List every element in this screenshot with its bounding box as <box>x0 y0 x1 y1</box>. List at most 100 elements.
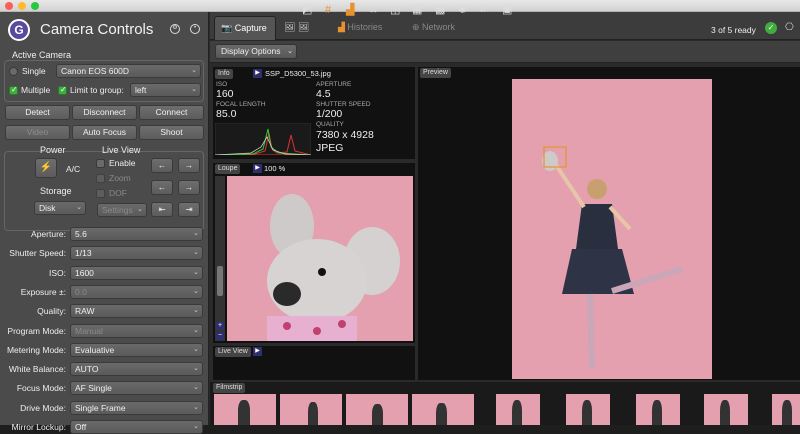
power-source-icon[interactable]: ⚡ <box>35 158 57 178</box>
focus-near-large-button[interactable]: ⇤ <box>151 202 173 217</box>
zoom-in-icon[interactable]: + <box>216 322 224 330</box>
filmstrip-panel: Filmstrip <box>210 382 800 425</box>
loupe-zoom-slider[interactable]: + − <box>215 176 225 341</box>
grid-overlay-icon[interactable]: # <box>325 4 331 17</box>
setting-select[interactable]: 1/13 ⌄ <box>70 246 203 261</box>
shoot-button[interactable]: Shoot <box>139 125 204 140</box>
limit-group-label: Limit to group: <box>70 85 124 95</box>
filmstrip-thumbnail[interactable] <box>214 394 276 425</box>
single-radio[interactable] <box>9 67 18 76</box>
chevron-down-icon: ⌄ <box>193 326 199 334</box>
disconnect-button[interactable]: Disconnect <box>72 105 137 120</box>
chevron-down-icon: ⌄ <box>193 268 199 276</box>
aperture-value: 4.5 <box>316 88 331 100</box>
tab-network[interactable]: ⊕ Network <box>406 16 484 40</box>
limit-group-checkbox[interactable] <box>58 85 67 95</box>
qr-code-icon[interactable]: ▣ <box>502 4 512 17</box>
setting-select[interactable]: 5.6 ⌄ <box>70 227 203 241</box>
chevron-down-icon: ⌄ <box>287 48 293 55</box>
setting-select[interactable]: 0.0 ⌄ <box>70 284 203 299</box>
group-select-value: left <box>135 85 147 95</box>
compare-icon[interactable]: ▦ <box>412 4 422 17</box>
setting-value: RAW <box>75 306 95 317</box>
setting-select[interactable]: Single Frame ⌄ <box>70 400 203 415</box>
detect-button[interactable]: Detect <box>5 105 70 120</box>
filmstrip-thumbnail[interactable] <box>772 394 800 425</box>
setting-value: Manual <box>75 325 103 336</box>
liveview-enable-checkbox[interactable] <box>96 159 105 168</box>
crop-icon[interactable]: ⌗ <box>480 4 486 17</box>
loupe-panel: Loupe ▶ 100 % + − <box>213 163 415 343</box>
chevron-down-icon: ⌄ <box>76 204 82 211</box>
setting-select[interactable]: RAW ⌄ <box>70 304 203 319</box>
options-icon[interactable]: • <box>190 24 200 34</box>
filmstrip-thumbnail[interactable] <box>636 394 680 425</box>
setting-select[interactable]: AF Single ⌄ <box>70 381 203 396</box>
dimensions-value: 7380 x 4928 <box>316 129 374 141</box>
focus-far-button[interactable]: → <box>178 158 200 173</box>
liveview-dof-checkbox[interactable] <box>96 189 105 198</box>
liveview-zoom-checkbox[interactable] <box>96 174 105 183</box>
setting-value: 0.0 <box>75 286 87 297</box>
play-icon[interactable]: ▶ <box>253 69 262 78</box>
display-options-select[interactable]: Display Options ⌄ <box>215 44 297 59</box>
multiple-checkbox[interactable] <box>9 85 18 95</box>
focus-peaking-icon[interactable]: ✺ <box>458 4 467 17</box>
play-icon[interactable]: ▶ <box>253 347 262 356</box>
capture-overlay-icon[interactable]: ◫ <box>390 4 400 17</box>
focus-near-button[interactable]: ← <box>151 158 173 173</box>
camera-select[interactable]: Canon EOS 600D ⌄ <box>56 64 201 78</box>
play-icon[interactable]: ▶ <box>253 164 262 173</box>
setting-label: Quality: <box>37 306 66 317</box>
filmstrip-thumbnail[interactable] <box>280 394 342 425</box>
exposure-warning-icon[interactable]: ◩ <box>302 4 312 17</box>
camera-select-value: Canon EOS 600D <box>61 66 130 76</box>
setting-select[interactable]: Manual ⌄ <box>70 323 203 338</box>
zoom-window-button[interactable] <box>31 2 39 10</box>
focus-far-medium-button[interactable]: → <box>178 180 200 195</box>
liveview-label: Live View <box>102 145 141 155</box>
preview-panel: Preview <box>418 67 800 380</box>
chevron-down-icon: ⌄ <box>193 345 199 353</box>
focus-far-large-button[interactable]: ⇥ <box>178 202 200 217</box>
images-icon: 🖼 🖼 <box>284 22 310 32</box>
filmstrip-thumbnail[interactable] <box>412 394 474 425</box>
filmstrip-thumbnail[interactable] <box>704 394 748 425</box>
camera-controls-panel: G Camera Controls ⚙ • Active Camera Sing… <box>0 12 209 434</box>
checkerboard-icon[interactable]: ▩ <box>435 4 445 17</box>
auto-focus-button[interactable]: Auto Focus <box>72 125 137 140</box>
tab-images[interactable]: 🖼 🖼 <box>278 16 330 40</box>
setting-select[interactable]: AUTO ⌄ <box>70 362 203 377</box>
zoom-slider-thumb[interactable] <box>217 266 223 296</box>
storage-select-value: Disk <box>39 203 56 213</box>
filmstrip-thumbnail[interactable] <box>496 394 540 425</box>
filmstrip-thumbnail[interactable] <box>346 394 408 425</box>
close-window-button[interactable] <box>5 2 13 10</box>
video-button[interactable]: Video <box>5 125 70 140</box>
chevron-down-icon: ⌄ <box>193 249 199 257</box>
histogram-icon[interactable]: ▟ <box>346 4 354 17</box>
camera-status-icon[interactable]: ⎔ <box>785 22 794 33</box>
connect-button[interactable]: Connect <box>139 105 204 120</box>
chevron-down-icon: ⌄ <box>193 384 199 392</box>
focus-near-medium-button[interactable]: ← <box>151 180 173 195</box>
tab-histories[interactable]: ▟ Histories <box>332 16 404 40</box>
tab-capture[interactable]: 📷 Capture <box>214 16 276 40</box>
chevron-down-icon: ⌄ <box>193 365 199 373</box>
chevron-down-icon: ⌄ <box>193 307 199 315</box>
arrow-left-icon: ← <box>157 182 167 192</box>
setting-select[interactable]: 1600 ⌄ <box>70 265 203 280</box>
liveview-settings-select[interactable]: Settings ⌄ <box>97 203 147 217</box>
zoom-out-icon[interactable]: − <box>216 332 224 340</box>
group-select[interactable]: left ⌄ <box>130 83 201 97</box>
chevron-down-icon: ⌄ <box>191 86 197 93</box>
fit-width-icon[interactable]: ↔ <box>368 4 379 17</box>
settings-gear-icon[interactable]: ⚙ <box>170 24 180 34</box>
liveview-settings-value: Settings <box>102 205 133 215</box>
setting-select[interactable]: Evaluative ⌄ <box>70 342 203 357</box>
filmstrip-thumbnail[interactable] <box>566 394 610 425</box>
setting-select[interactable]: Off ⌄ <box>70 420 203 434</box>
focal-length-key: FOCAL LENGTH <box>216 101 266 108</box>
storage-select[interactable]: Disk ⌄ <box>34 201 86 215</box>
minimize-window-button[interactable] <box>18 2 26 10</box>
